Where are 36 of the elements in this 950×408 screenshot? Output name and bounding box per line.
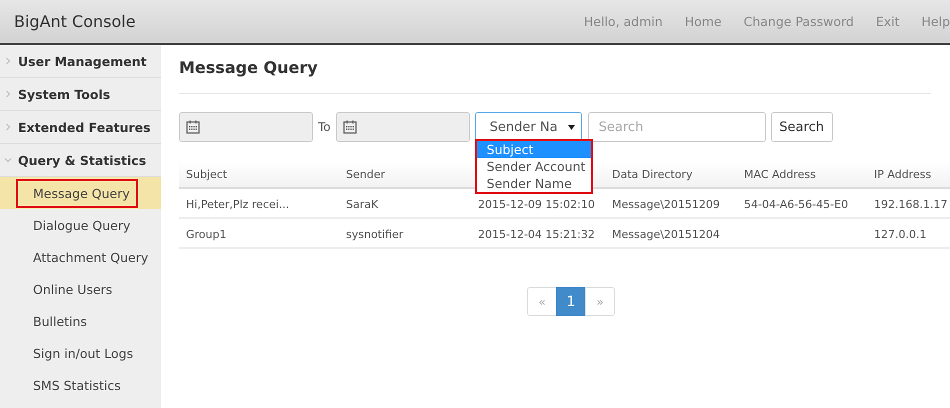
chevron-right-icon bbox=[4, 90, 12, 98]
dropdown-option[interactable]: Sender Account bbox=[476, 158, 591, 175]
table-cell: 54-04-A6-56-45-E0 bbox=[737, 188, 867, 218]
date-field[interactable] bbox=[179, 112, 313, 142]
sidebar-item[interactable]: Bulletins bbox=[0, 305, 161, 337]
calendar-icon bbox=[342, 120, 357, 134]
calendar-icon bbox=[186, 120, 200, 134]
sidebar-item[interactable]: Online Users bbox=[0, 273, 161, 305]
table-cell: 2015-12-04 15:21:32 bbox=[471, 218, 605, 248]
table-cell: Message\20151204 bbox=[605, 218, 737, 248]
table-cell: 127.0.0.1 bbox=[867, 218, 950, 248]
sidebar-item[interactable]: SMS Statistics bbox=[0, 369, 161, 401]
date-field[interactable] bbox=[336, 112, 470, 142]
table-cell: sysnotifier bbox=[339, 218, 471, 248]
page-title: Message Query bbox=[179, 45, 931, 94]
chevron-right-icon bbox=[4, 57, 12, 65]
caret-icon bbox=[568, 124, 575, 130]
sidebar-item[interactable]: Dialogue Query bbox=[0, 209, 161, 241]
sidebar-item[interactable]: Attachment Query bbox=[0, 241, 161, 273]
chevron-down-icon bbox=[4, 156, 12, 164]
app-title: BigAnt Console bbox=[14, 12, 136, 31]
page-button[interactable]: 1 bbox=[556, 287, 586, 316]
sidebar-group[interactable]: System Tools bbox=[0, 78, 161, 111]
search-field[interactable]: Search bbox=[588, 112, 766, 142]
chevron-right-icon bbox=[4, 123, 12, 131]
table-cell: SaraK bbox=[339, 188, 471, 218]
sidebar-item[interactable]: Message Query bbox=[0, 177, 161, 209]
table-cell: Group1 bbox=[179, 218, 339, 248]
to-label: To bbox=[318, 120, 331, 134]
sidebar-group[interactable]: Extended Features bbox=[0, 111, 161, 144]
search-button[interactable]: Search bbox=[770, 112, 833, 142]
sidebar-item[interactable]: Sign in/out Logs bbox=[0, 337, 161, 369]
sidebar-group[interactable]: User Management bbox=[0, 45, 161, 78]
table-cell: Message\20151209 bbox=[605, 188, 737, 218]
table-cell: Hi,Peter,Plz recei... bbox=[179, 188, 339, 218]
table-cell: 192.168.1.17 bbox=[867, 188, 950, 218]
